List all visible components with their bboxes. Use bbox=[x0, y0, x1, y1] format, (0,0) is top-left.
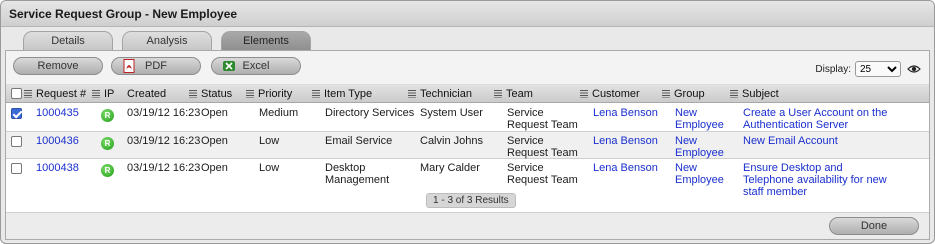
excel-icon bbox=[223, 61, 235, 71]
item-type-cell: Email Service bbox=[325, 135, 393, 147]
technician-cell: Calvin Johns bbox=[420, 135, 483, 147]
col-status-label: Status bbox=[201, 88, 233, 100]
done-button[interactable]: Done bbox=[829, 217, 919, 235]
col-group[interactable]: Group bbox=[662, 85, 705, 103]
row-checkbox[interactable] bbox=[11, 136, 22, 147]
col-priority[interactable]: Priority bbox=[246, 85, 292, 103]
tab-details[interactable]: Details bbox=[23, 31, 113, 51]
team-cell: Service Request Team bbox=[507, 107, 578, 131]
priority-cell: Medium bbox=[259, 107, 299, 119]
ip-status-icon: R bbox=[101, 137, 114, 150]
ip-status-icon: R bbox=[101, 164, 114, 177]
ip-status-icon: R bbox=[101, 109, 114, 122]
display-control: Display: 25 bbox=[815, 60, 921, 78]
pdf-icon bbox=[123, 59, 135, 73]
col-request[interactable]: Request # bbox=[24, 85, 86, 103]
subject-link[interactable]: Ensure Desktop and Telephone availabilit… bbox=[743, 162, 893, 198]
eye-icon[interactable] bbox=[907, 62, 921, 76]
status-cell: Open bbox=[201, 135, 228, 147]
col-status[interactable]: Status bbox=[189, 85, 232, 103]
group-link[interactable]: New Employee bbox=[675, 107, 731, 131]
request-number-link[interactable]: 1000438 bbox=[36, 162, 79, 174]
col-created-label: Created bbox=[127, 88, 167, 100]
table-header: Request # IP Created Status Priority Ite… bbox=[6, 85, 929, 103]
created-cell: 03/19/12 16:23 bbox=[127, 162, 201, 174]
subject-link[interactable]: Create a User Account on the Authenticat… bbox=[743, 107, 893, 131]
group-link[interactable]: New Employee bbox=[675, 162, 731, 186]
table-row[interactable]: 1000435 R 03/19/12 16:23 Open Medium Dir… bbox=[6, 104, 929, 132]
tab-elements[interactable]: Elements bbox=[221, 31, 311, 51]
remove-button[interactable]: Remove bbox=[13, 57, 103, 75]
row-checkbox[interactable] bbox=[11, 163, 22, 174]
pdf-button-label: PDF bbox=[145, 60, 167, 72]
display-select[interactable]: 25 bbox=[855, 61, 901, 77]
excel-button-label: Excel bbox=[242, 60, 270, 72]
excel-button[interactable]: Excel bbox=[211, 57, 301, 75]
toolbar: Remove PDF Excel Display: 25 bbox=[6, 51, 929, 85]
customer-link[interactable]: Lena Benson bbox=[593, 162, 658, 174]
panel-footer: Done bbox=[6, 212, 929, 239]
col-priority-label: Priority bbox=[258, 88, 293, 100]
column-grip-icon bbox=[730, 90, 738, 98]
status-cell: Open bbox=[201, 162, 228, 174]
col-subject-label: Subject bbox=[742, 88, 779, 100]
col-request-label: Request # bbox=[36, 88, 87, 100]
column-grip-icon bbox=[24, 90, 32, 98]
column-grip-icon bbox=[189, 90, 197, 98]
col-customer[interactable]: Customer bbox=[580, 85, 640, 103]
col-group-label: Group bbox=[674, 88, 705, 100]
pagination-summary: 1 - 3 of 3 Results bbox=[426, 193, 516, 208]
table-row[interactable]: 1000438 R 03/19/12 16:23 Open Low Deskto… bbox=[6, 159, 929, 198]
item-type-cell: Desktop Management bbox=[325, 162, 390, 186]
team-cell: Service Request Team bbox=[507, 162, 578, 186]
select-all-checkbox[interactable] bbox=[11, 88, 22, 99]
customer-link[interactable]: Lena Benson bbox=[593, 135, 658, 147]
request-number-link[interactable]: 1000435 bbox=[36, 107, 79, 119]
col-ip-label: IP bbox=[104, 88, 115, 100]
status-cell: Open bbox=[201, 107, 228, 119]
col-item-type-label: Item Type bbox=[324, 88, 373, 100]
table-row[interactable]: 1000436 R 03/19/12 16:23 Open Low Email … bbox=[6, 132, 929, 159]
row-checkbox[interactable] bbox=[11, 108, 22, 119]
column-grip-icon bbox=[246, 90, 254, 98]
created-cell: 03/19/12 16:23 bbox=[127, 107, 201, 119]
team-cell: Service Request Team bbox=[507, 135, 578, 159]
column-grip-icon bbox=[662, 90, 670, 98]
created-cell: 03/19/12 16:23 bbox=[127, 135, 201, 147]
priority-cell: Low bbox=[259, 162, 280, 174]
column-grip-icon bbox=[312, 90, 320, 98]
col-team[interactable]: Team bbox=[494, 85, 533, 103]
item-type-cell: Directory Services bbox=[325, 107, 415, 119]
display-label: Display: bbox=[815, 63, 851, 75]
tab-bar: Details Analysis Elements bbox=[1, 31, 934, 51]
subject-link[interactable]: New Email Account bbox=[743, 135, 913, 147]
window-title: Service Request Group - New Employee bbox=[1, 1, 934, 27]
service-request-group-window: Service Request Group - New Employee Det… bbox=[0, 0, 935, 244]
elements-panel: Remove PDF Excel Display: 25 Request # I… bbox=[5, 50, 930, 240]
customer-link[interactable]: Lena Benson bbox=[593, 107, 658, 119]
column-grip-icon bbox=[92, 90, 100, 98]
column-grip-icon bbox=[408, 90, 416, 98]
column-grip-icon bbox=[580, 90, 588, 98]
col-technician[interactable]: Technician bbox=[408, 85, 472, 103]
pdf-button[interactable]: PDF bbox=[111, 57, 201, 75]
col-team-label: Team bbox=[506, 88, 533, 100]
col-subject[interactable]: Subject bbox=[730, 85, 779, 103]
technician-cell: System User bbox=[420, 107, 483, 119]
col-ip[interactable]: IP bbox=[92, 85, 114, 103]
col-technician-label: Technician bbox=[420, 88, 472, 100]
priority-cell: Low bbox=[259, 135, 280, 147]
col-item-type[interactable]: Item Type bbox=[312, 85, 372, 103]
tab-analysis[interactable]: Analysis bbox=[122, 31, 212, 51]
column-grip-icon bbox=[494, 90, 502, 98]
remove-button-label: Remove bbox=[37, 60, 79, 72]
group-link[interactable]: New Employee bbox=[675, 135, 731, 159]
col-created[interactable]: Created bbox=[127, 85, 166, 103]
request-number-link[interactable]: 1000436 bbox=[36, 135, 79, 147]
technician-cell: Mary Calder bbox=[420, 162, 480, 174]
col-customer-label: Customer bbox=[592, 88, 640, 100]
